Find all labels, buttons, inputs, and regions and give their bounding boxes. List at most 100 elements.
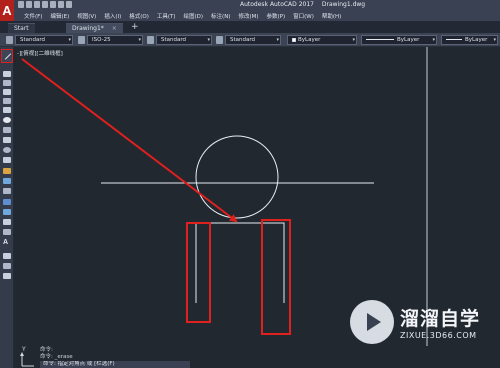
- command-line-area: Y 命令: 命令: _erase 命令: 指定对角点 或 [栏选(F): [14, 346, 500, 368]
- title-bar: Autodesk AutoCAD 2017 Drawing1.dwg: [0, 0, 500, 10]
- command-history-line: 命令: _erase: [40, 354, 73, 360]
- chevron-down-icon: ▾: [276, 37, 279, 43]
- ucs-axis-icon: [20, 352, 34, 367]
- multileader-style-select[interactable]: Standard ▾: [225, 35, 281, 45]
- point-icon[interactable]: [3, 188, 11, 194]
- circle-icon[interactable]: [3, 117, 11, 123]
- menu-item[interactable]: 视图(V): [77, 12, 96, 20]
- chevron-down-icon: ▾: [207, 37, 210, 43]
- quick-access-toolbar: [18, 1, 72, 9]
- menu-item[interactable]: 插入(I): [104, 12, 121, 20]
- menu-item[interactable]: 格式(O): [129, 12, 149, 20]
- command-history-line: 命令:: [40, 347, 53, 353]
- table-style-value: Standard: [161, 37, 187, 43]
- revision-cloud-icon[interactable]: [3, 127, 11, 133]
- window-title: Autodesk AutoCAD 2017 Drawing1.dwg: [240, 0, 371, 10]
- watermark-title: 溜溜自学: [400, 308, 481, 330]
- draw-toolbar: A: [0, 47, 14, 368]
- menu-item[interactable]: 帮助(H): [322, 12, 341, 20]
- lineweight-select[interactable]: ByLayer ▾: [441, 35, 498, 45]
- command-input[interactable]: 命令: 指定对角点 或 [栏选(F): [40, 361, 190, 368]
- multiline-text-icon[interactable]: A: [3, 239, 8, 246]
- menu-item[interactable]: 工具(T): [157, 12, 176, 20]
- dimension-style-value: ISO-25: [92, 37, 111, 43]
- text-style-icon[interactable]: [6, 36, 13, 44]
- menu-item[interactable]: 编辑(E): [50, 12, 69, 20]
- table-icon[interactable]: [3, 229, 11, 235]
- tab-label: Drawing1*: [72, 25, 104, 32]
- hatch-icon[interactable]: [3, 199, 11, 205]
- lineweight-value: ByLayer: [465, 37, 488, 43]
- chevron-down-icon: ▾: [493, 37, 496, 43]
- tab-start[interactable]: Start: [8, 23, 35, 33]
- linetype-select[interactable]: ByLayer ▾: [361, 35, 437, 45]
- watermark-logo: 溜溜自学 ZIXUE.3D66.COM: [350, 298, 500, 346]
- ucs-y-label: Y: [22, 346, 26, 353]
- chevron-down-icon: ▾: [352, 37, 355, 43]
- construction-line-icon[interactable]: [3, 71, 11, 77]
- spline-icon[interactable]: [3, 137, 11, 143]
- highlight-left-rectangle: [186, 222, 211, 323]
- save-icon[interactable]: [34, 1, 40, 8]
- insert-block-icon[interactable]: [3, 168, 11, 174]
- ellipse-icon[interactable]: [3, 147, 11, 153]
- dimension-style-select[interactable]: ISO-25 ▾: [87, 35, 143, 45]
- color-value: ByLayer: [298, 37, 321, 43]
- save-as-icon[interactable]: [42, 1, 48, 8]
- text-style-value: Standard: [20, 37, 46, 43]
- undo-icon[interactable]: [58, 1, 64, 8]
- linetype-value: ByLayer: [397, 37, 420, 43]
- styles-toolbar: Standard ▾ ISO-25 ▾ Standard ▾ Standard …: [0, 33, 500, 47]
- multileader-style-icon[interactable]: [216, 36, 223, 44]
- polyline-icon[interactable]: [3, 80, 11, 86]
- menu-item[interactable]: 窗口(W): [293, 12, 314, 20]
- redo-icon[interactable]: [66, 1, 72, 8]
- multileader-style-value: Standard: [230, 37, 256, 43]
- text-style-select[interactable]: Standard ▾: [15, 35, 73, 45]
- menu-item[interactable]: 修改(M): [238, 12, 258, 20]
- new-file-icon[interactable]: [18, 1, 24, 8]
- tab-drawing1[interactable]: Drawing1* ×: [66, 23, 123, 33]
- color-swatch: [292, 37, 296, 42]
- add-selected-icon[interactable]: [3, 253, 11, 259]
- chevron-down-icon: ▾: [68, 37, 71, 43]
- menu-bar: 文件(F) 编辑(E) 视图(V) 插入(I) 格式(O) 工具(T) 绘图(D) 标注(N)…: [14, 10, 500, 21]
- circle-entity: [195, 135, 279, 219]
- dimension-style-icon[interactable]: [78, 36, 85, 44]
- lineweight-sample: [446, 39, 462, 40]
- line-tool-button[interactable]: [1, 49, 13, 63]
- watermark-url: ZIXUE.3D66.COM: [400, 331, 477, 340]
- application-menu-button[interactable]: A: [0, 0, 14, 21]
- close-tab-icon[interactable]: ×: [112, 25, 117, 32]
- rectangle-icon[interactable]: [3, 98, 11, 104]
- table-style-select[interactable]: Standard ▾: [156, 35, 212, 45]
- menu-item[interactable]: 参数(P): [267, 12, 286, 20]
- menu-item[interactable]: 文件(F): [24, 12, 42, 20]
- gradient-icon[interactable]: [3, 209, 11, 215]
- open-file-icon[interactable]: [26, 1, 32, 8]
- make-block-icon[interactable]: [3, 178, 11, 184]
- linetype-sample: [366, 39, 394, 40]
- ellipse-arc-icon[interactable]: [3, 157, 11, 163]
- new-tab-button[interactable]: +: [131, 21, 139, 33]
- file-name: Drawing1.dwg: [321, 1, 366, 8]
- properties-tool-icon[interactable]: [3, 273, 11, 279]
- chevron-down-icon: ▾: [138, 37, 141, 43]
- print-icon[interactable]: [50, 1, 56, 8]
- annotation-arrow: [21, 58, 238, 223]
- color-select[interactable]: ByLayer ▾: [287, 35, 357, 45]
- app-name: Autodesk AutoCAD 2017: [240, 1, 314, 8]
- file-tab-bar: Start Drawing1* ×: [0, 21, 500, 33]
- command-history: 命令: 命令: _erase: [40, 347, 73, 361]
- table-style-icon[interactable]: [147, 36, 154, 44]
- region-icon[interactable]: [3, 219, 11, 225]
- menu-item[interactable]: 标注(N): [211, 12, 230, 20]
- chevron-down-icon: ▾: [432, 37, 435, 43]
- arc-icon[interactable]: [3, 107, 11, 113]
- polygon-icon[interactable]: [3, 89, 11, 95]
- tab-label: Start: [14, 25, 29, 32]
- layer-tools-icon[interactable]: [3, 263, 11, 269]
- play-logo-icon: [350, 300, 394, 344]
- menu-item[interactable]: 绘图(D): [184, 12, 204, 20]
- highlight-right-rectangle: [261, 219, 291, 335]
